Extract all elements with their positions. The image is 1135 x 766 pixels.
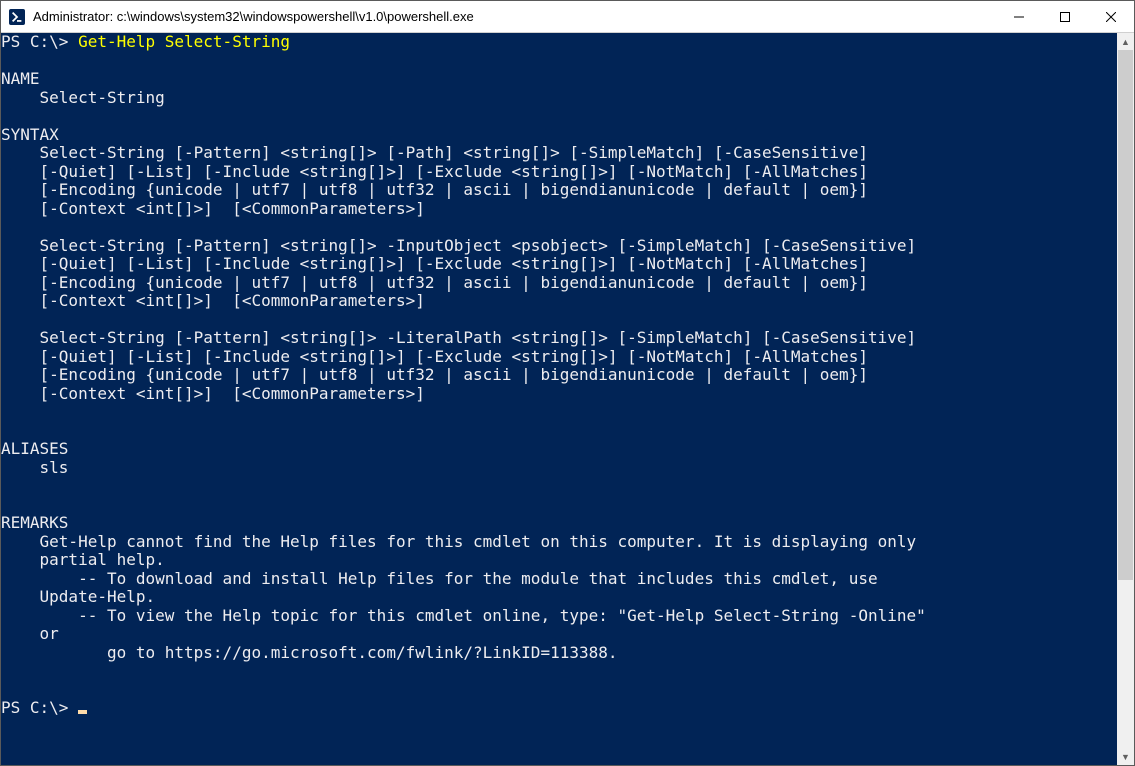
maximize-button[interactable] <box>1042 1 1088 32</box>
syntax-line: [-Encoding {unicode | utf7 | utf8 | utf3… <box>1 365 868 384</box>
scrollbar-thumb[interactable] <box>1118 50 1133 580</box>
syntax-line: Select-String [-Pattern] <string[]> -Inp… <box>1 236 916 255</box>
window-controls <box>996 1 1134 32</box>
remarks-line: -- To view the Help topic for this cmdle… <box>1 606 926 625</box>
minimize-button[interactable] <box>996 1 1042 32</box>
syntax-line: [-Context <int[]>] [<CommonParameters>] <box>1 199 425 218</box>
help-remarks-header: REMARKS <box>1 513 68 532</box>
console-output[interactable]: PS C:\> Get-Help Select-String NAME Sele… <box>1 33 1117 765</box>
syntax-line: Select-String [-Pattern] <string[]> [-Pa… <box>1 143 868 162</box>
scroll-down-button[interactable]: ▼ <box>1117 748 1134 765</box>
prompt-command: Get-Help Select-String <box>78 33 290 51</box>
powershell-icon <box>9 9 25 25</box>
prompt-prefix: PS C:\> <box>1 698 78 717</box>
remarks-line: partial help. <box>1 550 165 569</box>
vertical-scrollbar[interactable]: ▲ ▼ <box>1117 33 1134 765</box>
remarks-line: Update-Help. <box>1 587 155 606</box>
help-aliases-value: sls <box>1 458 68 477</box>
scroll-up-button[interactable]: ▲ <box>1117 33 1134 50</box>
console-area: PS C:\> Get-Help Select-String NAME Sele… <box>1 33 1134 765</box>
maximize-icon <box>1060 12 1070 22</box>
syntax-line: [-Quiet] [-List] [-Include <string[]>] [… <box>1 254 868 273</box>
syntax-line: [-Quiet] [-List] [-Include <string[]>] [… <box>1 162 868 181</box>
close-button[interactable] <box>1088 1 1134 32</box>
titlebar[interactable]: Administrator: c:\windows\system32\windo… <box>1 1 1134 33</box>
remarks-line: go to https://go.microsoft.com/fwlink/?L… <box>1 643 618 662</box>
help-name-value: Select-String <box>1 88 165 107</box>
remarks-line: Get-Help cannot find the Help files for … <box>1 532 916 551</box>
window-title: Administrator: c:\windows\system32\windo… <box>33 9 996 24</box>
help-name-header: NAME <box>1 69 40 88</box>
help-aliases-header: ALIASES <box>1 439 68 458</box>
syntax-line: [-Encoding {unicode | utf7 | utf8 | utf3… <box>1 180 868 199</box>
scrollbar-track[interactable] <box>1117 50 1134 748</box>
close-icon <box>1106 12 1116 22</box>
syntax-line: [-Context <int[]>] [<CommonParameters>] <box>1 384 425 403</box>
remarks-line: -- To download and install Help files fo… <box>1 569 878 588</box>
cursor <box>78 710 87 714</box>
syntax-line: [-Quiet] [-List] [-Include <string[]>] [… <box>1 347 868 366</box>
prompt-prefix: PS C:\> <box>1 33 78 51</box>
syntax-line: [-Encoding {unicode | utf7 | utf8 | utf3… <box>1 273 868 292</box>
syntax-line: Select-String [-Pattern] <string[]> -Lit… <box>1 328 916 347</box>
syntax-line: [-Context <int[]>] [<CommonParameters>] <box>1 291 425 310</box>
minimize-icon <box>1014 12 1024 22</box>
remarks-line: or <box>1 624 59 643</box>
help-syntax-header: SYNTAX <box>1 125 59 144</box>
